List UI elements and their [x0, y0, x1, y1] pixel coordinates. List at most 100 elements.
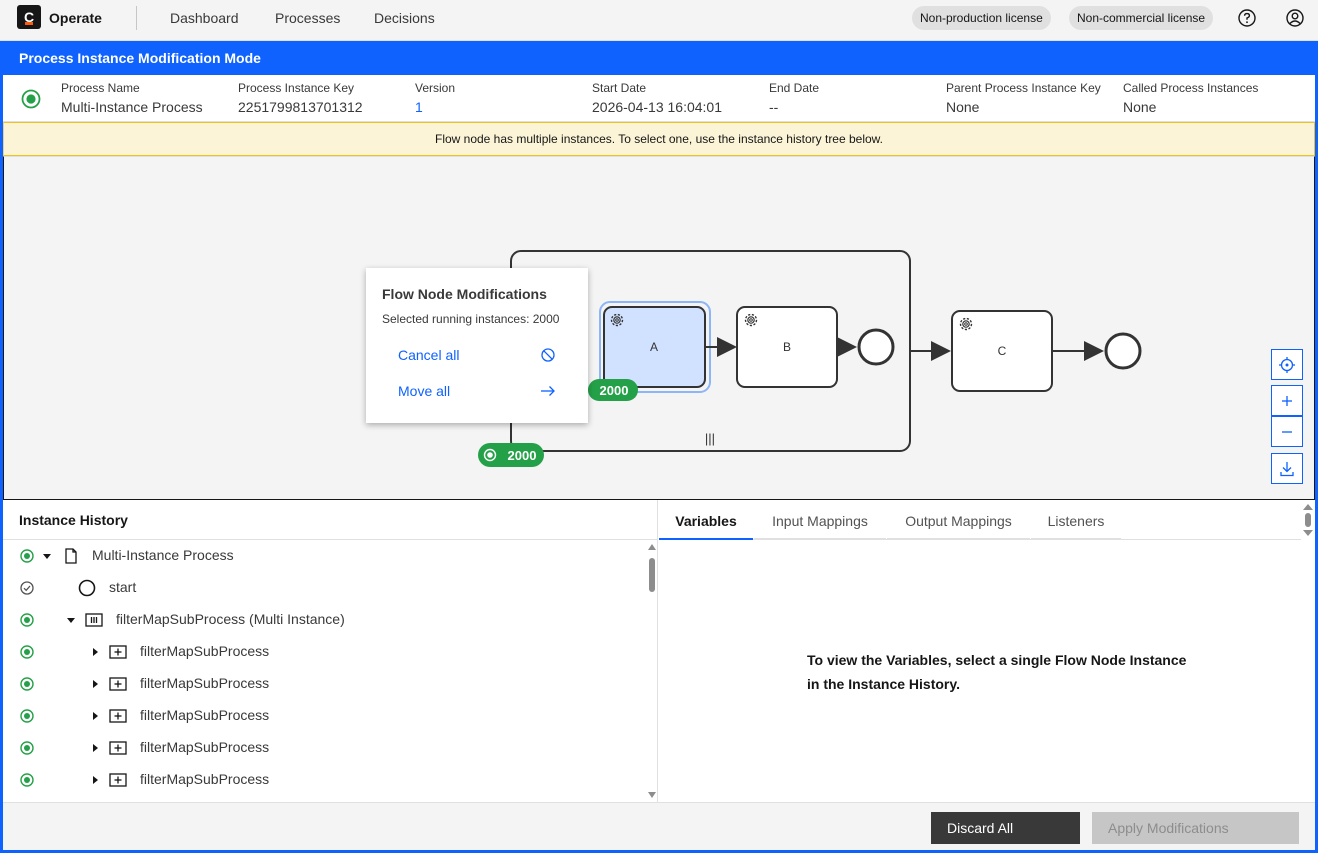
popover-title: Flow Node Modifications	[382, 286, 547, 302]
tree-row-label: filterMapSubProcess	[140, 707, 270, 723]
header-value: 2251799813701312	[238, 99, 363, 115]
active-state-icon	[20, 709, 34, 723]
minus-icon	[1282, 430, 1292, 433]
active-state-icon	[20, 613, 34, 627]
reset-diagram-zoom-button[interactable]	[1271, 349, 1303, 380]
popover-subtitle: Selected running instances: 2000	[382, 312, 560, 326]
multi-instance-icon	[85, 613, 103, 627]
active-state-icon	[20, 773, 34, 787]
subprocess-icon	[109, 741, 127, 755]
multiple-instances-warning: Flow node has multiple instances. To sel…	[3, 122, 1315, 156]
tree-row-start[interactable]: start	[3, 572, 643, 604]
subprocess-icon	[109, 773, 127, 787]
completed-state-icon	[20, 581, 34, 595]
active-state-icon	[20, 677, 34, 691]
non-commercial-license-badge[interactable]: Non-commercial license	[1069, 6, 1214, 30]
caret-right-icon[interactable]	[90, 743, 100, 753]
tree-row-subprocess[interactable]: filterMapSubProcess	[3, 764, 643, 796]
app-name[interactable]: Operate	[49, 10, 102, 26]
instance-history-title: Instance History	[19, 512, 128, 528]
help-icon[interactable]	[1237, 8, 1257, 28]
plus-icon	[1282, 395, 1292, 406]
tree-row-label: filterMapSubProcess	[140, 675, 270, 691]
tree-row-label: filterMapSubProcess (Multi Instance)	[116, 611, 345, 627]
caret-right-icon[interactable]	[90, 647, 100, 657]
nav-dashboard[interactable]: Dashboard	[170, 10, 239, 26]
camunda-logo-icon[interactable]: C	[17, 5, 41, 29]
task-a-instance-count: 2000	[600, 383, 629, 398]
active-state-icon	[20, 741, 34, 755]
tree-row-label: filterMapSubProcess	[140, 739, 270, 755]
non-production-license-badge[interactable]: Non-production license	[912, 6, 1051, 30]
header-called-instances: Called Process Instances None	[1123, 81, 1258, 115]
header-parent-key: Parent Process Instance Key None	[946, 81, 1101, 115]
arrow-right-icon[interactable]	[540, 383, 556, 399]
nav-decisions[interactable]: Decisions	[374, 10, 435, 26]
instance-header: Process Name Multi-Instance Process Proc…	[3, 75, 1315, 122]
header-value: --	[769, 99, 779, 115]
tree-row-label: Multi-Instance Process	[92, 547, 234, 563]
zoom-out-button[interactable]	[1271, 416, 1303, 447]
header-process-name: Process Name Multi-Instance Process	[61, 81, 203, 115]
header-label: Called Process Instances	[1123, 81, 1259, 95]
header-value: 2026-04-13 16:04:01	[592, 99, 722, 115]
center-focus-icon	[1279, 356, 1295, 373]
tab-output-mappings[interactable]: Output Mappings	[887, 500, 1030, 540]
tab-listeners[interactable]: Listeners	[1031, 500, 1121, 540]
discard-all-button[interactable]: Discard All	[931, 812, 1080, 844]
cancel-all-button[interactable]: Cancel all	[398, 347, 459, 363]
header-label: End Date	[769, 81, 820, 95]
tab-variables[interactable]: Variables	[659, 500, 753, 540]
move-all-button[interactable]: Move all	[398, 383, 450, 399]
variables-empty-message: To view the Variables, select a single F…	[807, 652, 1187, 692]
header-instance-key: Process Instance Key 2251799813701312	[238, 81, 363, 115]
start-event-icon	[78, 579, 96, 597]
tree-row-label: start	[109, 579, 137, 595]
tree-row-subprocess[interactable]: filterMapSubProcess	[3, 700, 643, 732]
cancel-icon[interactable]	[540, 347, 556, 363]
subprocess-instance-count: 2000	[508, 448, 537, 463]
header-value: Multi-Instance Process	[61, 99, 203, 115]
task-b-label: B	[783, 340, 791, 354]
caret-down-icon[interactable]	[42, 551, 52, 561]
subprocess-icon	[109, 677, 127, 691]
active-state-icon	[20, 549, 34, 563]
end-event[interactable]	[1104, 332, 1142, 370]
active-state-icon-dot	[487, 452, 493, 458]
apply-modifications-button[interactable]: Apply Modifications	[1092, 812, 1299, 844]
tree-row-multi-instance[interactable]: filterMapSubProcess (Multi Instance)	[3, 604, 643, 636]
active-state-icon	[20, 645, 34, 659]
instance-history-scrollbar[interactable]	[646, 540, 658, 802]
warning-text: Flow node has multiple instances. To sel…	[434, 132, 884, 146]
inner-end-event[interactable]	[857, 328, 895, 366]
nav-processes[interactable]: Processes	[275, 10, 340, 26]
tabs-scroll-arrows[interactable]	[1301, 500, 1315, 540]
header-end-date: End Date --	[769, 81, 819, 115]
bpmn-diagram-canvas[interactable]: ||| A B C 2000 2000	[3, 156, 1315, 500]
download-diagram-button[interactable]	[1271, 453, 1303, 484]
tree-row-root[interactable]: Multi-Instance Process	[3, 540, 643, 572]
header-label: Process Instance Key	[238, 81, 355, 95]
user-profile-icon[interactable]	[1285, 8, 1305, 28]
header-label: Start Date	[592, 81, 647, 95]
subprocess-icon	[109, 709, 127, 723]
zoom-in-button[interactable]	[1271, 385, 1303, 416]
variables-tabs: Variables Input Mappings Output Mappings…	[659, 500, 1301, 540]
tab-input-mappings[interactable]: Input Mappings	[754, 500, 886, 540]
modification-mode-banner: Process Instance Modification Mode	[0, 41, 1318, 75]
version-link[interactable]: 1	[415, 99, 455, 115]
header-version: Version 1	[415, 81, 455, 115]
multi-instance-marker-icon: |||	[705, 431, 715, 446]
tree-row-subprocess[interactable]: filterMapSubProcess	[3, 636, 643, 668]
tree-row-subprocess[interactable]: filterMapSubProcess	[3, 732, 643, 764]
caret-down-icon[interactable]	[66, 615, 76, 625]
tree-row-subprocess[interactable]: filterMapSubProcess	[3, 668, 643, 700]
task-a-label: A	[650, 340, 658, 354]
tree-row-label: filterMapSubProcess	[140, 771, 270, 787]
caret-right-icon[interactable]	[90, 775, 100, 785]
caret-right-icon[interactable]	[90, 711, 100, 721]
bpmn-diagram: ||| A B C 2000 2000	[478, 250, 1142, 467]
header-value: None	[946, 99, 980, 115]
logo-letter: C	[23, 9, 35, 25]
caret-right-icon[interactable]	[90, 679, 100, 689]
